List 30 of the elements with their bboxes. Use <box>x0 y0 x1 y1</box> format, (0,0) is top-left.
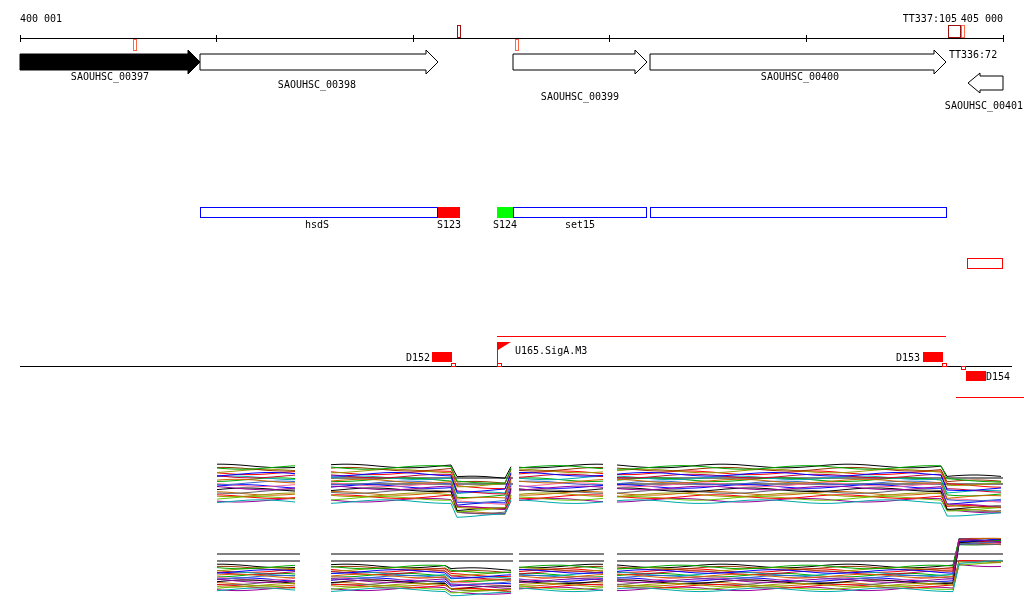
gene-label: SAOUHSC_00398 <box>277 79 357 90</box>
region-line <box>955 397 1024 398</box>
terminator-label: TT337:105 <box>902 13 957 24</box>
promoter-flag-icon <box>497 342 511 364</box>
site-block <box>923 352 943 362</box>
site-block <box>432 352 452 362</box>
feature-label: set15 <box>564 219 596 230</box>
site-label: D154 <box>986 371 1011 382</box>
gene-label: SAOUHSC_00399 <box>540 91 620 102</box>
feature-label: S124 <box>492 219 518 230</box>
gene-label: SAOUHSC_00397 <box>70 71 150 82</box>
site-label: D152 <box>405 352 430 363</box>
site-anchor-mark <box>451 363 456 367</box>
coordinate-label: 405 000 <box>960 13 1003 24</box>
feature-label: S123 <box>436 219 462 230</box>
gene-label: SAOUHSC_00400 <box>760 71 840 82</box>
gene-label: SAOUHSC_00401 <box>944 100 1024 111</box>
site-anchor-mark <box>961 366 966 370</box>
feature-label: hsdS <box>304 219 330 230</box>
site-block <box>966 371 986 381</box>
terminator-mark <box>515 39 519 51</box>
coordinate-label: 400 001 <box>20 13 63 24</box>
site-label: D153 <box>895 352 920 363</box>
terminator-label: TT336:72 <box>949 49 998 60</box>
marker-box <box>967 258 1003 269</box>
site-anchor-mark <box>942 363 947 367</box>
terminator-mark <box>133 39 137 51</box>
site-label: U165.SigA.M3 <box>515 345 588 356</box>
terminator-mark <box>457 25 461 38</box>
site-anchor-mark <box>497 363 502 367</box>
